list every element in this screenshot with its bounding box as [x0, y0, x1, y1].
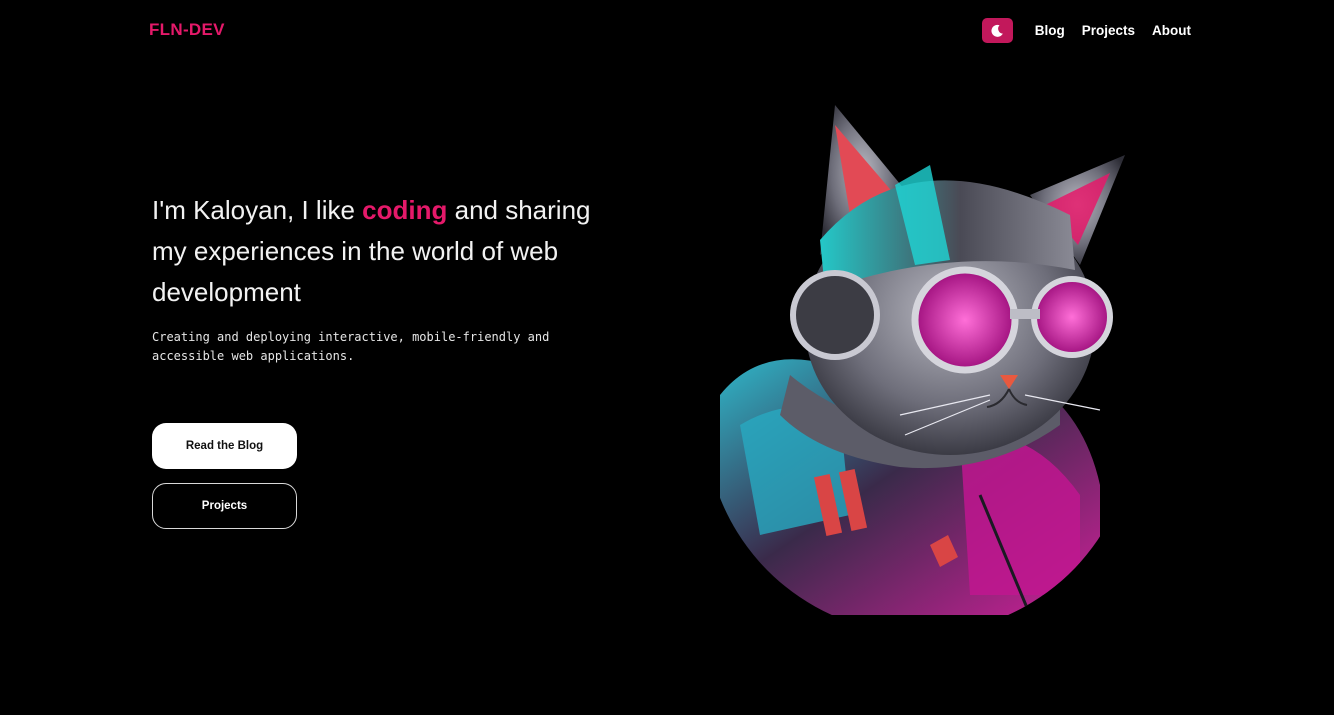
read-blog-button[interactable]: Read the Blog	[152, 423, 297, 469]
hero-title-accent: coding	[362, 195, 448, 225]
cyberpunk-cat-illustration	[720, 105, 1125, 615]
site-logo[interactable]: FLN-DEV	[149, 20, 225, 40]
hero-title: I'm Kaloyan, I like coding and sharing m…	[152, 190, 612, 313]
nav-link-projects[interactable]: Projects	[1082, 23, 1135, 38]
hero-subtitle: Creating and deploying interactive, mobi…	[152, 330, 550, 363]
theme-toggle-button[interactable]	[981, 18, 1013, 43]
main-nav: Blog Projects About	[981, 18, 1191, 43]
projects-button[interactable]: Projects	[152, 483, 297, 529]
moon-icon	[991, 24, 1004, 37]
nav-link-blog[interactable]: Blog	[1035, 23, 1065, 38]
nav-link-about[interactable]: About	[1152, 23, 1191, 38]
page: FLN-DEV Blog Projects About I'm Kaloyan,…	[0, 0, 1334, 715]
hero-title-intro: I'm Kaloyan, I like	[152, 195, 363, 225]
